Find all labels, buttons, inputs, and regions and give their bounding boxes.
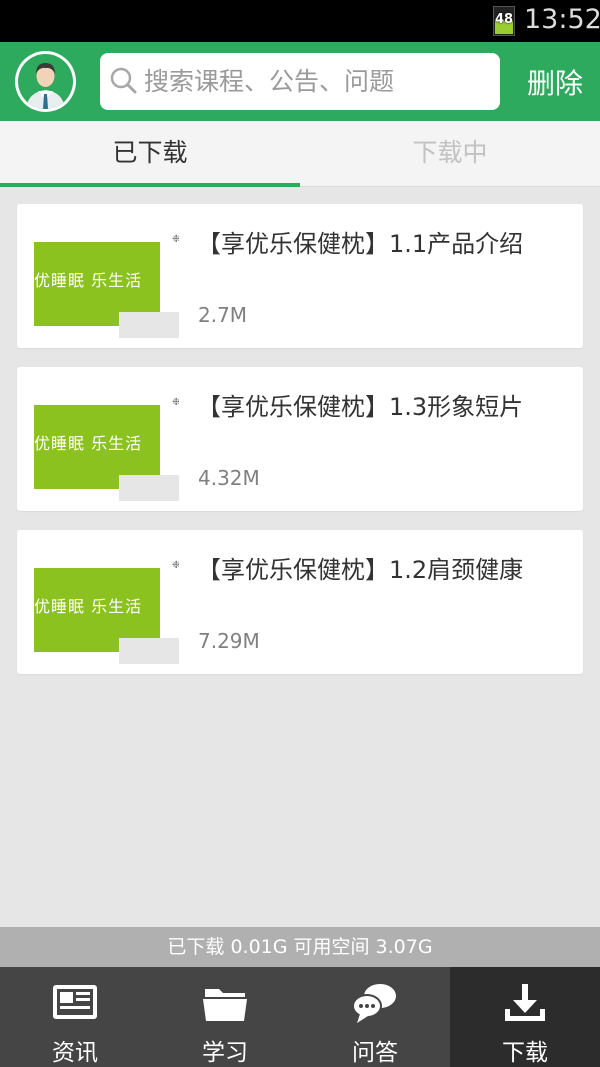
status-bar: 48 13:52	[0, 0, 600, 42]
list-item[interactable]: 优睡眠 乐生活 ❉ 【享优乐保健枕】1.1产品介绍 2.7M	[17, 204, 583, 348]
thumbnail-text: 优睡眠 乐生活	[34, 271, 143, 290]
video-thumbnail: 优睡眠 乐生活 ❉	[34, 552, 179, 670]
list-item[interactable]: 优睡眠 乐生活 ❉ 【享优乐保健枕】1.3形象短片 4.32M	[17, 367, 583, 511]
avatar[interactable]	[15, 51, 76, 112]
download-size: 4.32M	[198, 466, 260, 490]
thumbnail-text: 优睡眠 乐生活	[34, 597, 143, 616]
download-icon	[505, 984, 545, 1021]
header: 删除	[0, 42, 600, 121]
download-title: 【享优乐保健枕】1.3形象短片	[197, 393, 524, 421]
tab-downloaded[interactable]: 已下载	[0, 121, 300, 187]
chat-bubbles-icon	[352, 984, 396, 1023]
folder-icon	[203, 989, 247, 1021]
battery-level: 48	[494, 12, 514, 27]
active-tab-indicator	[0, 183, 300, 187]
bottom-nav: 资讯 学习 问答 下载	[0, 967, 600, 1067]
newspaper-icon	[53, 985, 97, 1019]
search-box[interactable]	[100, 53, 500, 110]
delete-button[interactable]: 删除	[515, 62, 595, 102]
nav-study[interactable]: 学习	[150, 967, 300, 1067]
nav-news[interactable]: 资讯	[0, 967, 150, 1067]
download-title: 【享优乐保健枕】1.2肩颈健康	[197, 556, 524, 584]
clock: 13:52	[524, 4, 600, 35]
battery-icon: 48	[493, 6, 515, 36]
nav-qa[interactable]: 问答	[300, 967, 450, 1067]
user-avatar-icon	[26, 63, 65, 109]
nav-label: 学习	[202, 1040, 248, 1066]
nav-label: 资讯	[52, 1040, 98, 1066]
search-icon	[110, 67, 137, 94]
download-size: 7.29M	[198, 629, 260, 653]
download-size: 2.7M	[198, 303, 248, 327]
video-thumbnail: 优睡眠 乐生活 ❉	[34, 389, 179, 507]
nav-label: 问答	[352, 1040, 398, 1066]
storage-info: 已下载 0.01G 可用空间 3.07G	[0, 927, 600, 967]
video-thumbnail: 优睡眠 乐生活 ❉	[34, 226, 179, 344]
download-title: 【享优乐保健枕】1.1产品介绍	[197, 230, 524, 258]
search-input[interactable]	[144, 53, 494, 110]
thumbnail-text: 优睡眠 乐生活	[34, 434, 143, 453]
list-item[interactable]: 优睡眠 乐生活 ❉ 【享优乐保健枕】1.2肩颈健康 7.29M	[17, 530, 583, 674]
tab-downloading[interactable]: 下载中	[300, 121, 600, 187]
tab-bar: 已下载 下载中	[0, 121, 600, 187]
nav-label: 下载	[502, 1040, 548, 1066]
nav-download[interactable]: 下载	[450, 967, 600, 1067]
download-list: 优睡眠 乐生活 ❉ 【享优乐保健枕】1.1产品介绍 2.7M 优睡眠 乐生活 ❉…	[17, 204, 583, 693]
